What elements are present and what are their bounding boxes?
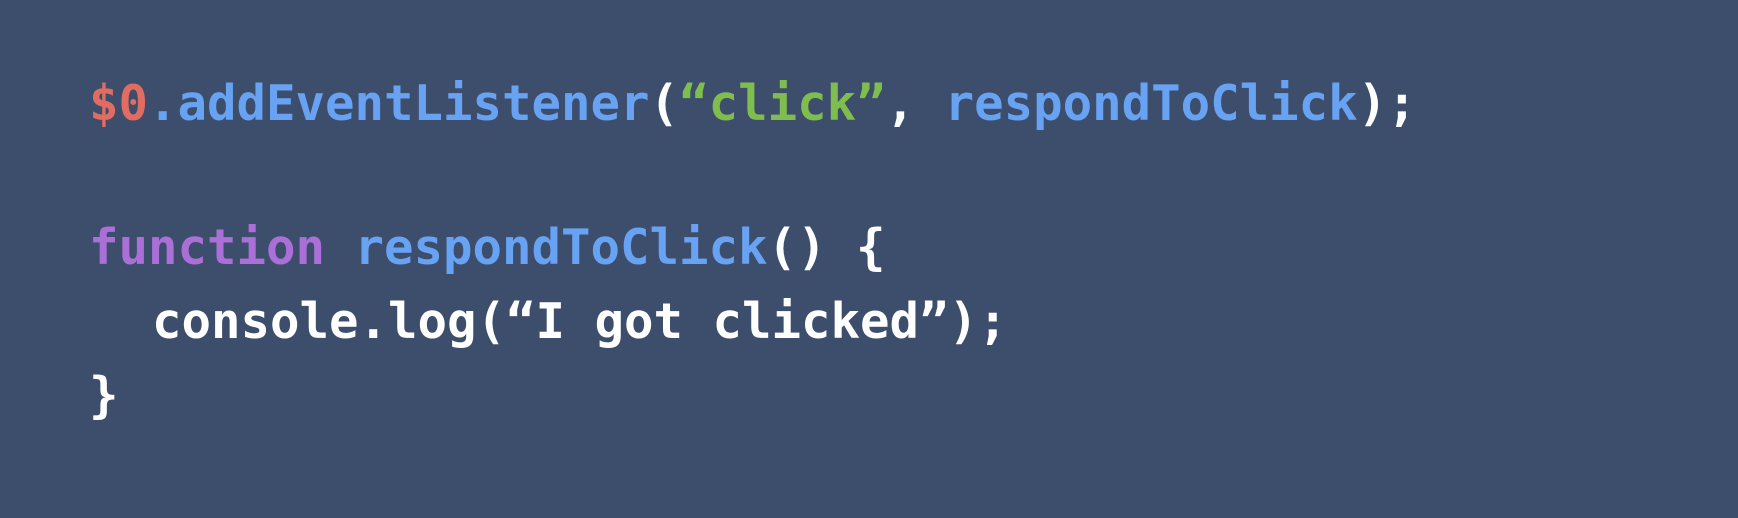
- token-variable: $0: [89, 75, 149, 132]
- code-block: $0.addEventListener(“click”, respondToCl…: [0, 0, 1738, 518]
- token-comma: ,: [885, 75, 945, 132]
- code-line-function-declaration: function respondToClick() {: [89, 218, 886, 278]
- code-line-closing-brace: }: [89, 366, 119, 426]
- token-string: “click”: [679, 75, 886, 132]
- token-function-name: respondToClick: [354, 219, 768, 276]
- token-dot: .: [148, 75, 178, 132]
- token-closing-brace: }: [89, 367, 119, 424]
- token-keyword: function: [89, 219, 326, 276]
- code-line-add-event-listener: $0.addEventListener(“click”, respondToCl…: [89, 74, 1417, 134]
- code-slide: $0.addEventListener(“click”, respondToCl…: [0, 0, 1738, 518]
- token-method: addEventListener: [177, 75, 650, 132]
- code-line-console-log: console.log(“I got clicked”);: [152, 292, 1008, 352]
- token-handler: respondToClick: [944, 75, 1358, 132]
- token-params-brace: () {: [767, 219, 886, 276]
- token-console-log: console.log(“I got clicked”);: [152, 293, 1008, 350]
- token-open-paren: (: [649, 75, 680, 132]
- token-close: );: [1357, 75, 1417, 132]
